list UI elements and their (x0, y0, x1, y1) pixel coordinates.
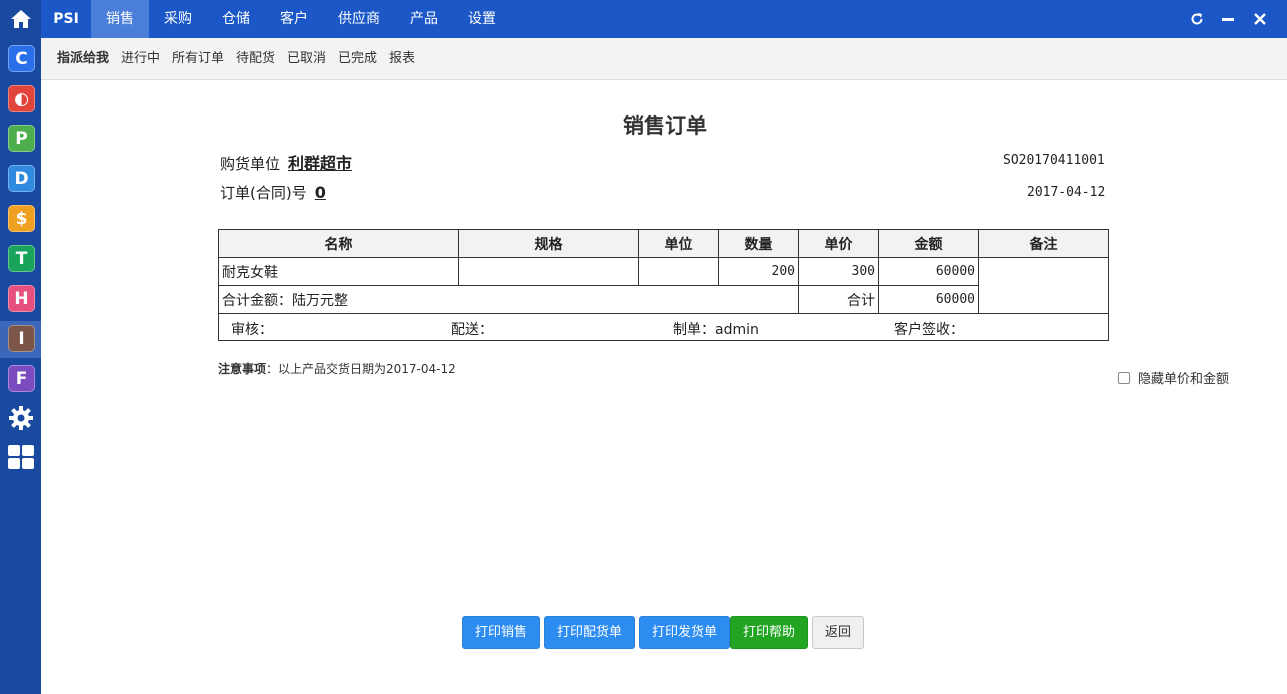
hide-price-label: 隐藏单价和金额 (1138, 372, 1230, 387)
home-icon[interactable] (0, 0, 41, 38)
module-f-icon[interactable]: F (8, 365, 35, 392)
note-label: 注意事项 (218, 362, 267, 376)
tab-suppliers[interactable]: 供应商 (323, 0, 395, 38)
top-nav: PSI 销售 采购 仓储 客户 供应商 产品 设置 (41, 0, 1287, 38)
back-button[interactable]: 返回 (812, 616, 864, 649)
order-number-label: 订单(合同)号 (220, 184, 307, 202)
buyer-info: 购货单位 利群超市 (220, 150, 352, 174)
order-table: 名称 规格 单位 数量 单价 金额 备注 耐克女鞋 200 300 60000 … (218, 229, 1109, 341)
tab-settings[interactable]: 设置 (453, 0, 511, 38)
total-label: 合计 (798, 285, 879, 314)
module-i-icon[interactable]: I (8, 325, 35, 352)
minimize-icon[interactable] (1215, 0, 1241, 38)
tab-sales[interactable]: 销售 (91, 0, 149, 38)
page-title: 销售订单 (623, 114, 707, 138)
module-dollar-icon[interactable]: $ (8, 205, 35, 232)
brand-logo[interactable]: PSI (41, 0, 91, 38)
gear-icon[interactable] (8, 405, 34, 431)
tab-customers[interactable]: 客户 (265, 0, 323, 38)
col-header-amount: 金额 (878, 229, 979, 258)
buyer-label: 购货单位 (220, 155, 281, 173)
refresh-icon[interactable] (1184, 0, 1210, 38)
subnav-completed[interactable]: 已完成 (338, 38, 377, 80)
col-header-remark: 备注 (978, 229, 1109, 258)
cell-qty: 200 (718, 257, 799, 286)
print-shipping-button[interactable]: 打印发货单 (639, 616, 730, 649)
tab-products[interactable]: 产品 (395, 0, 453, 38)
subnav-cancelled[interactable]: 已取消 (287, 38, 326, 80)
tab-warehouse[interactable]: 仓储 (207, 0, 265, 38)
subnav-all-orders[interactable]: 所有订单 (172, 38, 224, 80)
note-text: ：以上产品交货日期为2017-04-12 (266, 362, 456, 376)
cell-name: 耐克女鞋 (218, 257, 459, 286)
order-number-info: 订单(合同)号 0 (220, 182, 326, 203)
tab-purchase[interactable]: 采购 (149, 0, 207, 38)
cell-unit (638, 257, 719, 286)
buyer-value[interactable]: 利群超市 (288, 154, 352, 173)
module-half-circle-icon[interactable]: ◐ (8, 85, 35, 112)
col-header-name: 名称 (218, 229, 459, 258)
module-p-icon[interactable]: P (8, 125, 35, 152)
order-date: 2017-04-12 (1027, 185, 1106, 200)
sign-maker: 制单：admin (673, 322, 759, 338)
subnav-pending-picking[interactable]: 待配货 (236, 38, 275, 80)
module-t-icon[interactable]: T (8, 245, 35, 272)
close-icon[interactable] (1247, 0, 1273, 38)
sub-nav: 指派给我 进行中 所有订单 待配货 已取消 已完成 报表 (41, 38, 1287, 80)
order-number-value[interactable]: 0 (315, 183, 326, 202)
subnav-assigned-to-me[interactable]: 指派给我 (57, 38, 109, 80)
table-header-row: 名称 规格 单位 数量 单价 金额 备注 (218, 229, 1109, 258)
table-row: 耐克女鞋 200 300 60000 (218, 257, 1109, 314)
sign-delivery: 配送： (451, 322, 493, 338)
total-text: 合计金额：陆万元整 (218, 285, 799, 314)
cell-spec (458, 257, 639, 286)
app-rail: C ◐ P D $ T H I F (0, 0, 41, 694)
col-header-qty: 数量 (718, 229, 799, 258)
cell-amount: 60000 (878, 257, 979, 286)
subnav-in-progress[interactable]: 进行中 (121, 38, 160, 80)
print-sales-button[interactable]: 打印销售 (462, 616, 540, 649)
col-header-spec: 规格 (458, 229, 639, 258)
hide-price-checkbox[interactable] (1118, 371, 1130, 384)
sign-customer: 客户签收： (894, 322, 964, 338)
col-header-unit: 单位 (638, 229, 719, 258)
total-row: 合计金额：陆万元整 合计 60000 (218, 285, 1109, 314)
subnav-reports[interactable]: 报表 (389, 38, 415, 80)
module-d-icon[interactable]: D (8, 165, 35, 192)
print-picking-button[interactable]: 打印配货单 (544, 616, 635, 649)
cell-price: 300 (798, 257, 879, 286)
total-amount: 60000 (878, 285, 979, 314)
module-h-icon[interactable]: H (8, 285, 35, 312)
sign-audit: 审核： (231, 322, 273, 338)
grid-apps-icon[interactable] (8, 445, 34, 469)
signature-row: 审核： 配送： 制单：admin 客户签收： (218, 313, 1109, 341)
order-serial: SO20170411001 (1003, 153, 1105, 168)
cell-remark (978, 257, 1109, 314)
note: 注意事项：以上产品交货日期为2017-04-12 (218, 360, 456, 377)
module-c-icon[interactable]: C (8, 45, 35, 72)
print-help-button[interactable]: 打印帮助 (730, 616, 808, 649)
hide-price-option[interactable]: 隐藏单价和金额 (1118, 368, 1229, 387)
col-header-price: 单价 (798, 229, 879, 258)
